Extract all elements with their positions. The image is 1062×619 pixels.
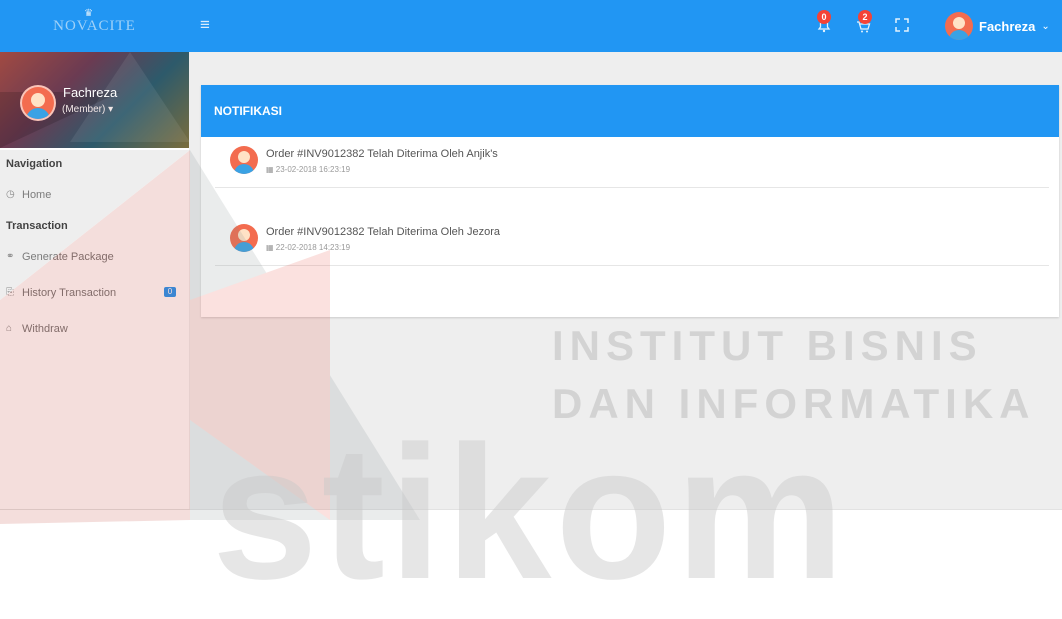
avatar — [945, 12, 973, 40]
sidebar-item-history-transaction[interactable]: ⎘ History Transaction 0 — [0, 278, 189, 314]
fullscreen-button[interactable] — [893, 16, 915, 38]
sidebar-item-label: History Transaction — [22, 287, 117, 299]
history-count-badge: 0 — [164, 287, 176, 297]
brand-logo-text: NOVACITE — [53, 17, 136, 34]
profile-name: Fachreza — [63, 85, 118, 100]
user-name: Fachreza — [979, 18, 1036, 34]
notification-date: 22-02-2018 14:23:19 — [275, 243, 351, 252]
sidebar-item-label: Home — [22, 189, 52, 201]
main-content: NOTIFIKASI Order #INV9012382 Telah Diter… — [189, 52, 1062, 509]
crown-icon: ♛ — [84, 7, 95, 19]
sidebar-profile: Fachreza (Member) ▾ — [0, 52, 189, 148]
sidebar-item-label: Withdraw — [22, 323, 68, 335]
user-menu[interactable]: Fachreza ⌄ — [945, 10, 1050, 42]
profile-role-dropdown[interactable]: (Member) ▾ — [62, 104, 113, 115]
sidebar-item-withdraw[interactable]: ⌂ Withdraw — [0, 314, 189, 350]
sidebar-item-label: Generate Package — [22, 251, 114, 263]
avatar — [230, 146, 258, 174]
share-icon: ⚭ — [6, 251, 15, 262]
footer — [0, 509, 1062, 525]
panel-title: NOTIFIKASI — [201, 85, 1059, 137]
chevron-down-icon: ⌄ — [1041, 20, 1050, 32]
notification-text: Order #INV9012382 Telah Diterima Oleh Je… — [266, 226, 500, 238]
sidebar: Fachreza (Member) ▾ Navigation ◷ Home Tr… — [0, 52, 190, 524]
notification-button[interactable]: 0 — [813, 10, 835, 36]
hamburger-menu-icon[interactable]: ≡ — [200, 15, 210, 35]
dashboard-icon: ◷ — [6, 189, 15, 200]
copy-icon: ⎘ — [6, 287, 14, 298]
notification-date: 23-02-2018 16:23:19 — [275, 165, 351, 174]
section-header-navigation: Navigation — [6, 158, 63, 170]
cart-count-badge: 2 — [858, 10, 872, 24]
notification-item[interactable]: Order #INV9012382 Telah Diterima Oleh Je… — [215, 215, 1049, 266]
notification-count-badge: 0 — [817, 10, 831, 24]
notification-text: Order #INV9012382 Telah Diterima Oleh An… — [266, 148, 498, 160]
cart-button[interactable]: 2 — [852, 10, 874, 36]
profile-avatar — [20, 85, 56, 121]
notification-panel: NOTIFIKASI Order #INV9012382 Telah Diter… — [201, 85, 1059, 317]
sidebar-item-home[interactable]: ◷ Home — [0, 180, 189, 216]
calendar-icon: ▦ — [266, 243, 276, 252]
expand-icon — [895, 18, 909, 32]
notification-item[interactable]: Order #INV9012382 Telah Diterima Oleh An… — [215, 137, 1049, 188]
avatar — [230, 224, 258, 252]
sidebar-item-generate-package[interactable]: ⚭ Generate Package — [0, 242, 189, 278]
brand-logo[interactable]: ♛ NOVACITE — [0, 0, 189, 52]
calendar-icon: ▦ — [266, 165, 276, 174]
bank-icon: ⌂ — [6, 323, 13, 334]
top-navbar: ♛ NOVACITE ≡ 0 2 Fachreza ⌄ — [0, 0, 1062, 52]
